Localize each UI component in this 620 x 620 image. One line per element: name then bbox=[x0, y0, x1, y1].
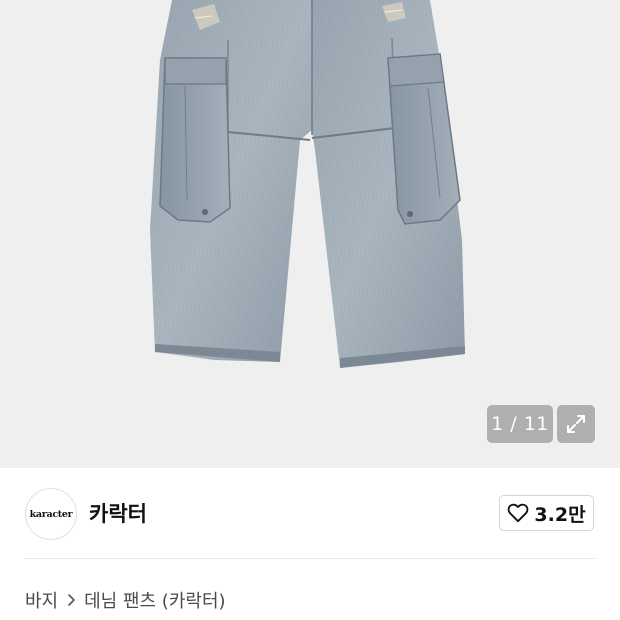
product-image-gallery[interactable]: 1 / 11 bbox=[0, 0, 620, 468]
heart-outline-icon bbox=[508, 503, 529, 523]
like-button[interactable]: 3.2만 bbox=[499, 495, 594, 531]
brand-logo-text: karacter bbox=[29, 508, 73, 520]
brand-logo[interactable]: karacter bbox=[25, 488, 77, 540]
chevron-right-icon bbox=[67, 593, 76, 607]
brand-row: karacter 카락터 3.2만 bbox=[0, 468, 620, 558]
breadcrumb: 바지 데님 팬츠 (카락터) bbox=[25, 587, 226, 613]
expand-icon bbox=[567, 415, 585, 433]
like-count: 3.2만 bbox=[534, 503, 586, 526]
divider bbox=[25, 558, 595, 559]
product-image-denim-cargo-pants bbox=[150, 0, 465, 368]
expand-button[interactable] bbox=[557, 405, 595, 443]
breadcrumb-item-category[interactable]: 바지 bbox=[25, 587, 58, 613]
image-counter: 1 / 11 bbox=[487, 405, 553, 443]
breadcrumb-item-subcategory[interactable]: 데님 팬츠 (카락터) bbox=[84, 587, 225, 613]
brand-name[interactable]: 카락터 bbox=[89, 498, 147, 528]
